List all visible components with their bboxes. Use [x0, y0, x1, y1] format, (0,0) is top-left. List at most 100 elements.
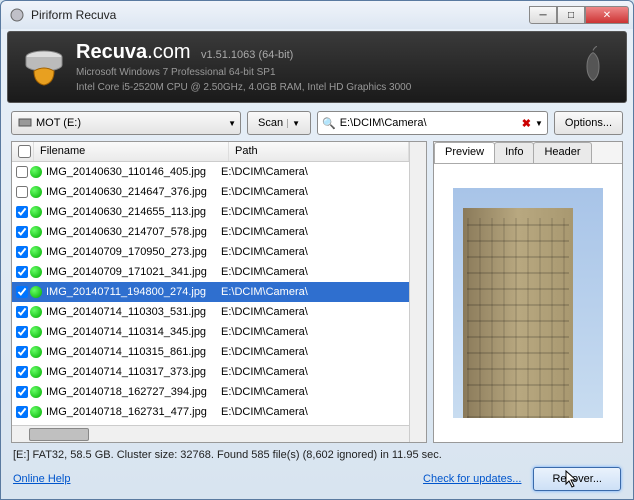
column-filename[interactable]: Filename	[34, 142, 229, 161]
table-row[interactable]: IMG_20140714_110303_531.jpgE:\DCIM\Camer…	[12, 302, 409, 322]
brand-name: Recuva.com	[76, 41, 191, 63]
file-name: IMG_20140711_194800_274.jpg	[46, 286, 221, 298]
file-name: IMG_20140709_170950_273.jpg	[46, 246, 221, 258]
file-name: IMG_20140714_110314_345.jpg	[46, 326, 221, 338]
table-row[interactable]: IMG_20140709_170950_273.jpgE:\DCIM\Camer…	[12, 242, 409, 262]
vertical-scrollbar[interactable]	[409, 142, 426, 442]
system-info-1: Microsoft Windows 7 Professional 64-bit …	[76, 66, 411, 79]
status-dot-icon	[30, 366, 42, 378]
file-path: E:\DCIM\Camera\	[221, 246, 409, 258]
file-path: E:\DCIM\Camera\	[221, 366, 409, 378]
table-row[interactable]: IMG_20140714_110314_345.jpgE:\DCIM\Camer…	[12, 322, 409, 342]
status-dot-icon	[30, 226, 42, 238]
file-name: IMG_20140718_162727_394.jpg	[46, 386, 221, 398]
file-list: Filename Path IMG_20140630_110146_405.jp…	[11, 141, 427, 443]
tab-info[interactable]: Info	[494, 142, 534, 163]
footer: Online Help Check for updates... Recover…	[1, 465, 633, 499]
drive-select[interactable]: MOT (E:) ▼	[11, 111, 241, 135]
table-row[interactable]: IMG_20140718_162731_477.jpgE:\DCIM\Camer…	[12, 402, 409, 422]
column-path[interactable]: Path	[229, 142, 409, 161]
file-path: E:\DCIM\Camera\	[221, 326, 409, 338]
status-text: [E:] FAT32, 58.5 GB. Cluster size: 32768…	[13, 449, 442, 461]
maximize-button[interactable]: □	[557, 6, 585, 24]
status-dot-icon	[30, 286, 42, 298]
row-checkbox[interactable]	[16, 206, 28, 218]
file-name: IMG_20140630_214647_376.jpg	[46, 186, 221, 198]
status-dot-icon	[30, 246, 42, 258]
window-title: Piriform Recuva	[31, 8, 529, 22]
preview-tabs: Preview Info Header	[434, 142, 622, 164]
drive-icon	[18, 115, 32, 132]
file-path: E:\DCIM\Camera\	[221, 406, 409, 418]
file-path: E:\DCIM\Camera\	[221, 286, 409, 298]
row-checkbox[interactable]	[16, 266, 28, 278]
file-name: IMG_20140714_110317_373.jpg	[46, 366, 221, 378]
horizontal-scrollbar[interactable]	[12, 425, 409, 442]
check-updates-link[interactable]: Check for updates...	[423, 473, 521, 485]
file-name: IMG_20140714_110303_531.jpg	[46, 306, 221, 318]
status-dot-icon	[30, 206, 42, 218]
file-path: E:\DCIM\Camera\	[221, 186, 409, 198]
file-path: E:\DCIM\Camera\	[221, 226, 409, 238]
online-help-link[interactable]: Online Help	[13, 473, 70, 485]
row-checkbox[interactable]	[16, 226, 28, 238]
table-row[interactable]: IMG_20140709_171021_341.jpgE:\DCIM\Camer…	[12, 262, 409, 282]
tab-header[interactable]: Header	[533, 142, 591, 163]
version-label: v1.51.1063 (64-bit)	[201, 49, 293, 61]
preview-image	[434, 164, 622, 442]
chevron-down-icon[interactable]: ▼	[535, 119, 543, 128]
status-dot-icon	[30, 186, 42, 198]
header-text: Recuva.com v1.51.1063 (64-bit) Microsoft…	[76, 41, 411, 94]
row-checkbox[interactable]	[16, 406, 28, 418]
row-checkbox[interactable]	[16, 306, 28, 318]
system-info-2: Intel Core i5-2520M CPU @ 2.50GHz, 4.0GB…	[76, 81, 411, 94]
file-name: IMG_20140714_110315_861.jpg	[46, 346, 221, 358]
app-window: Piriform Recuva ─ □ ✕ Recuva.com v1.51.1…	[0, 0, 634, 500]
table-row[interactable]: IMG_20140630_214707_578.jpgE:\DCIM\Camer…	[12, 222, 409, 242]
table-row[interactable]: IMG_20140630_110146_405.jpgE:\DCIM\Camer…	[12, 162, 409, 182]
path-text: E:\DCIM\Camera\	[340, 117, 518, 129]
status-dot-icon	[30, 306, 42, 318]
cursor-icon	[565, 470, 579, 491]
select-all-checkbox[interactable]	[12, 142, 34, 161]
status-dot-icon	[30, 166, 42, 178]
clear-filter-icon[interactable]: ✖	[522, 117, 531, 130]
main-area: Filename Path IMG_20140630_110146_405.jp…	[1, 141, 633, 443]
status-dot-icon	[30, 406, 42, 418]
file-list-body[interactable]: IMG_20140630_110146_405.jpgE:\DCIM\Camer…	[12, 162, 409, 425]
table-row[interactable]: IMG_20140630_214647_376.jpgE:\DCIM\Camer…	[12, 182, 409, 202]
row-checkbox[interactable]	[16, 166, 28, 178]
search-icon: 🔍	[322, 117, 336, 130]
row-checkbox[interactable]	[16, 346, 28, 358]
row-checkbox[interactable]	[16, 286, 28, 298]
path-filter[interactable]: 🔍 E:\DCIM\Camera\ ✖ ▼	[317, 111, 548, 135]
row-checkbox[interactable]	[16, 326, 28, 338]
close-button[interactable]: ✕	[585, 6, 629, 24]
row-checkbox[interactable]	[16, 386, 28, 398]
minimize-button[interactable]: ─	[529, 6, 557, 24]
status-dot-icon	[30, 386, 42, 398]
scan-button[interactable]: Scan▼	[247, 111, 311, 135]
file-name: IMG_20140630_214707_578.jpg	[46, 226, 221, 238]
file-path: E:\DCIM\Camera\	[221, 346, 409, 358]
file-list-header: Filename Path	[12, 142, 409, 162]
table-row[interactable]: IMG_20140718_162727_394.jpgE:\DCIM\Camer…	[12, 382, 409, 402]
header-banner: Recuva.com v1.51.1063 (64-bit) Microsoft…	[7, 31, 627, 103]
file-name: IMG_20140630_110146_405.jpg	[46, 166, 221, 178]
options-button[interactable]: Options...	[554, 111, 623, 135]
row-checkbox[interactable]	[16, 186, 28, 198]
chevron-down-icon: ▼	[228, 119, 236, 128]
table-row[interactable]: IMG_20140714_110317_373.jpgE:\DCIM\Camer…	[12, 362, 409, 382]
toolbar: MOT (E:) ▼ Scan▼ 🔍 E:\DCIM\Camera\ ✖ ▼ O…	[1, 103, 633, 141]
row-checkbox[interactable]	[16, 246, 28, 258]
app-icon	[9, 7, 25, 23]
tab-preview[interactable]: Preview	[434, 142, 495, 163]
file-name: IMG_20140709_171021_341.jpg	[46, 266, 221, 278]
building-photo	[453, 188, 603, 418]
table-row[interactable]: IMG_20140630_214655_113.jpgE:\DCIM\Camer…	[12, 202, 409, 222]
row-checkbox[interactable]	[16, 366, 28, 378]
table-row[interactable]: IMG_20140711_194800_274.jpgE:\DCIM\Camer…	[12, 282, 409, 302]
file-path: E:\DCIM\Camera\	[221, 166, 409, 178]
table-row[interactable]: IMG_20140714_110315_861.jpgE:\DCIM\Camer…	[12, 342, 409, 362]
file-path: E:\DCIM\Camera\	[221, 306, 409, 318]
